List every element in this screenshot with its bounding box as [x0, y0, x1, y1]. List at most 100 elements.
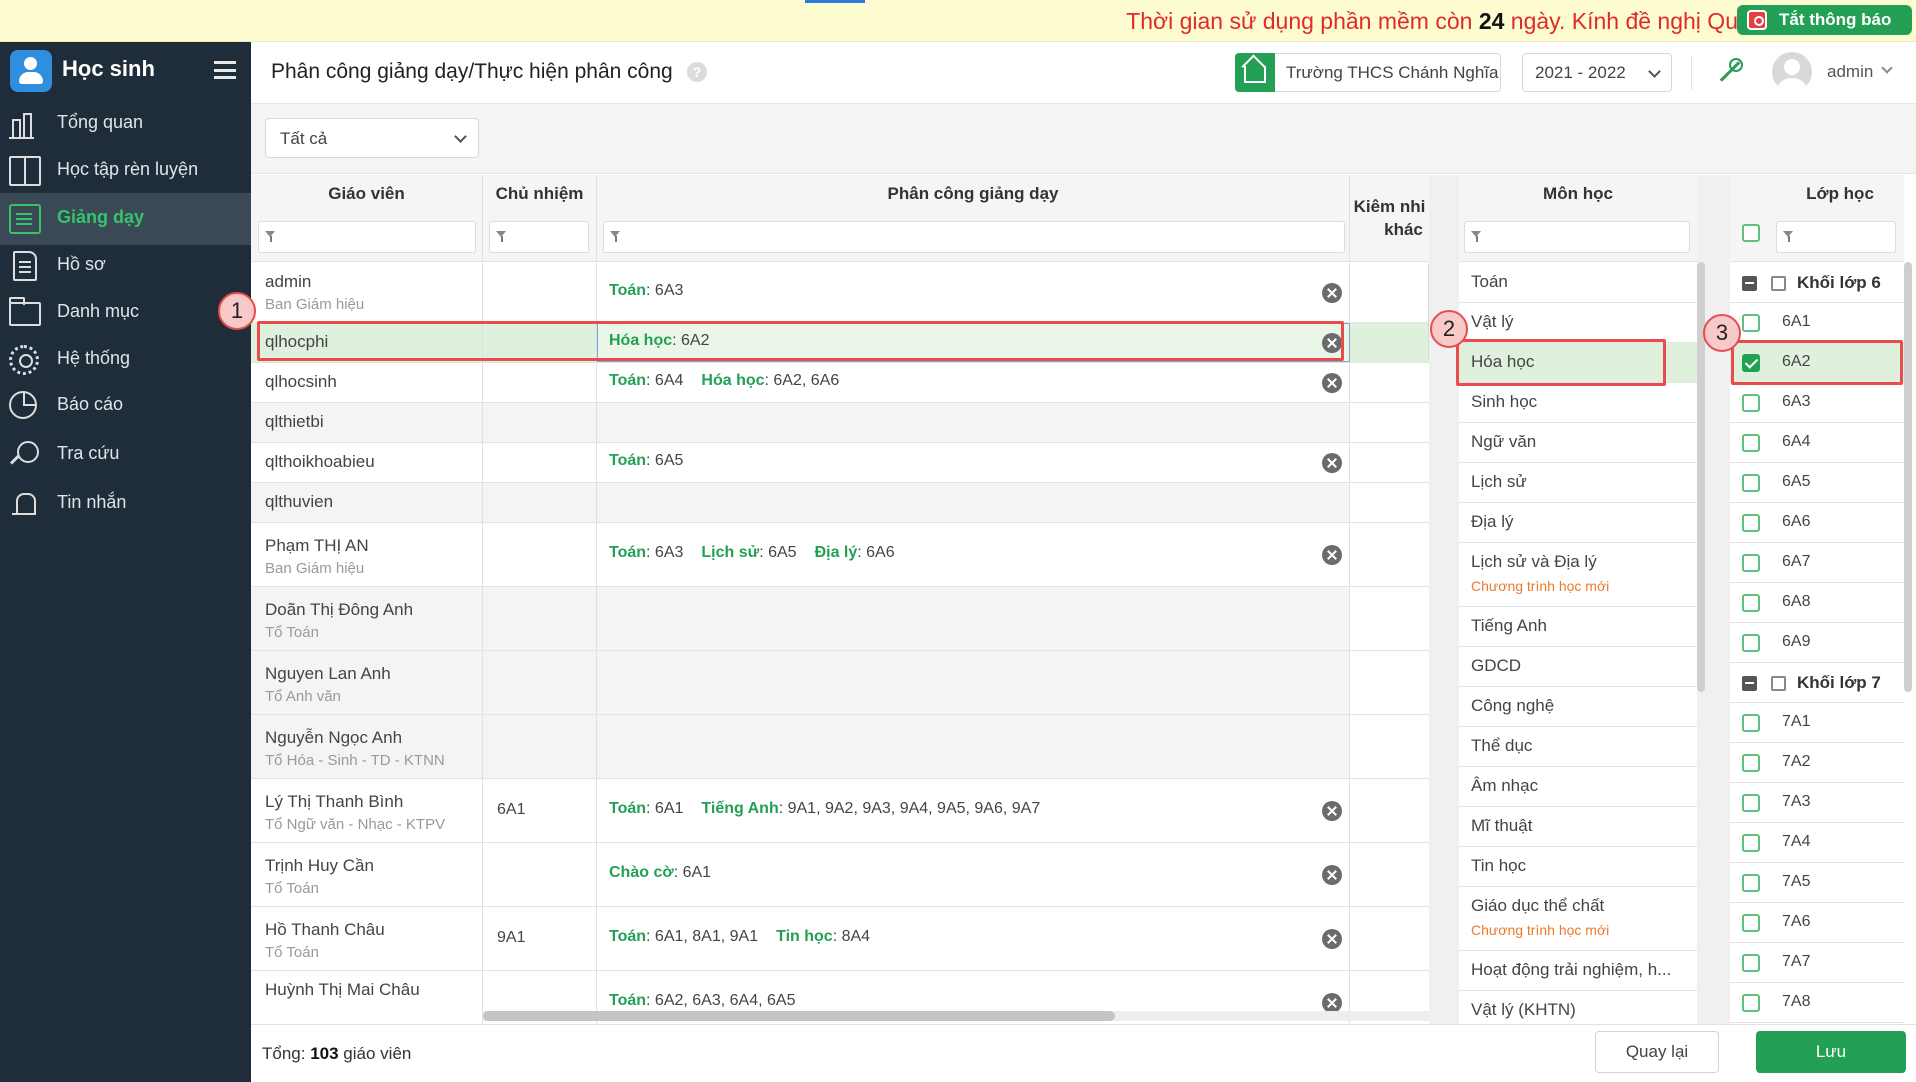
teacher-row[interactable]: Lý Thị Thanh Bình Tổ Ngữ văn - Nhạc - KTP…: [251, 779, 1429, 843]
other-duty-cell[interactable]: [1350, 483, 1429, 522]
teacher-row[interactable]: Doãn Thị Đông Anh Tổ Toán: [251, 587, 1429, 651]
teacher-row[interactable]: Hồ Thanh Châu Tổ Toán 9A1 Toán: 6A1, 8A1, 9…: [251, 907, 1429, 971]
teacher-cell[interactable]: Nguyễn Ngọc Anh Tổ Hóa - Sinh - TD - KTNN: [251, 715, 483, 778]
subject-item[interactable]: Tin học: [1459, 847, 1697, 887]
class-checkbox[interactable]: [1742, 794, 1760, 812]
collapse-group-icon[interactable]: [1742, 276, 1757, 291]
assignment-cell[interactable]: Chào cờ: 6A1: [597, 843, 1350, 906]
class-checkbox[interactable]: [1742, 474, 1760, 492]
homeroom-cell[interactable]: [483, 715, 597, 778]
sidebar-item-7[interactable]: Tra cứu: [0, 429, 251, 481]
assignment-cell[interactable]: Toán: 6A1 Tiếng Anh: 9A1, 9A2, 9A3, 9A4, …: [597, 779, 1350, 842]
other-duty-cell[interactable]: [1350, 443, 1429, 482]
teacher-cell[interactable]: qlhocsinh: [251, 363, 483, 402]
class-checkbox[interactable]: [1742, 554, 1760, 572]
subject-item[interactable]: Vật lý: [1459, 303, 1697, 343]
teacher-row[interactable]: qlhocsinh Toán: 6A4 Hóa học: 6A2, 6A6: [251, 363, 1429, 403]
class-item[interactable]: 6A8: [1730, 583, 1904, 623]
class-group-header[interactable]: Khối lớp 7: [1730, 663, 1904, 703]
teacher-row[interactable]: qlthuvien: [251, 483, 1429, 523]
school-selector[interactable]: Trường THCS Chánh Nghĩa: [1235, 53, 1501, 92]
other-duty-cell[interactable]: [1350, 651, 1429, 714]
sidebar-item-8[interactable]: Tin nhắn: [0, 478, 251, 530]
class-item[interactable]: 6A1: [1730, 303, 1904, 343]
class-item[interactable]: 6A7: [1730, 543, 1904, 583]
sidebar-item-0[interactable]: Tổng quan: [0, 98, 251, 150]
class-checkbox[interactable]: [1742, 514, 1760, 532]
teacher-row[interactable]: Nguyen Lan Anh Tổ Anh văn: [251, 651, 1429, 715]
assignment-cell[interactable]: Toán: 6A3 Lịch sử: 6A5 Địa lý: 6A6: [597, 523, 1350, 586]
subject-item[interactable]: GDCD: [1459, 647, 1697, 687]
other-duty-cell[interactable]: [1350, 263, 1429, 322]
teacher-row[interactable]: qlthietbi: [251, 403, 1429, 443]
turn-off-notice-button[interactable]: Tắt thông báo: [1737, 5, 1912, 35]
sidebar-item-6[interactable]: Báo cáo: [0, 380, 251, 432]
class-checkbox[interactable]: [1742, 834, 1760, 852]
class-item[interactable]: 7A8: [1730, 983, 1904, 1023]
homeroom-cell[interactable]: [483, 263, 597, 322]
class-item[interactable]: 6A6: [1730, 503, 1904, 543]
class-checkbox[interactable]: [1742, 994, 1760, 1012]
teacher-cell[interactable]: Doãn Thị Đông Anh Tổ Toán: [251, 587, 483, 650]
class-item[interactable]: 7A2: [1730, 743, 1904, 783]
homeroom-cell[interactable]: [483, 843, 597, 906]
teacher-cell[interactable]: admin Ban Giám hiệu: [251, 263, 483, 322]
assignment-cell[interactable]: Toán: 6A3: [597, 263, 1350, 322]
class-checkbox[interactable]: [1742, 914, 1760, 932]
subject-item[interactable]: Tiếng Anh: [1459, 607, 1697, 647]
class-filter-input[interactable]: [1776, 221, 1896, 253]
subject-item[interactable]: Giáo dục thể chất Chương trình học mới: [1459, 887, 1697, 951]
class-item[interactable]: 7A7: [1730, 943, 1904, 983]
subject-item[interactable]: Địa lý: [1459, 503, 1697, 543]
homeroom-cell[interactable]: 9A1: [483, 907, 597, 970]
assignment-filter-input[interactable]: [603, 221, 1345, 253]
class-item[interactable]: 6A9: [1730, 623, 1904, 663]
remove-assignment-icon[interactable]: [1322, 993, 1342, 1013]
assignment-cell[interactable]: [597, 715, 1350, 778]
scope-select[interactable]: Tất cả: [265, 118, 479, 158]
subject-item[interactable]: Toán: [1459, 263, 1697, 303]
teacher-cell[interactable]: qlthuvien: [251, 483, 483, 522]
help-icon[interactable]: ?: [687, 62, 707, 82]
teacher-row[interactable]: Phạm THỊ AN Ban Giám hiệu Toán: 6A3 Lịch sử…: [251, 523, 1429, 587]
subject-item[interactable]: Công nghệ: [1459, 687, 1697, 727]
collapse-group-icon[interactable]: [1742, 676, 1757, 691]
class-item[interactable]: 6A3: [1730, 383, 1904, 423]
class-checkbox[interactable]: [1742, 634, 1760, 652]
homeroom-cell[interactable]: [483, 651, 597, 714]
assignment-cell[interactable]: Toán: 6A1, 8A1, 9A1 Tin học: 8A4: [597, 907, 1350, 970]
homeroom-filter-input[interactable]: [489, 221, 589, 253]
assignment-cell[interactable]: [597, 651, 1350, 714]
teacher-cell[interactable]: Trịnh Huy Cần Tổ Toán: [251, 843, 483, 906]
homeroom-cell[interactable]: [483, 483, 597, 522]
class-item[interactable]: 7A3: [1730, 783, 1904, 823]
subject-item[interactable]: Thể dục: [1459, 727, 1697, 767]
assignment-cell[interactable]: Toán: 6A5: [597, 443, 1350, 482]
homeroom-cell[interactable]: [483, 403, 597, 442]
class-checkbox[interactable]: [1742, 874, 1760, 892]
sidebar-item-1[interactable]: Học tập rèn luyện: [0, 145, 251, 197]
save-button[interactable]: Lưu: [1756, 1031, 1906, 1073]
grid-horizontal-scrollbar[interactable]: [483, 1011, 1115, 1021]
remove-assignment-icon[interactable]: [1322, 865, 1342, 885]
subject-item[interactable]: Hoạt động trải nghiệm, h...: [1459, 951, 1697, 991]
teacher-filter-input[interactable]: [258, 221, 476, 253]
subject-filter-input[interactable]: [1464, 221, 1690, 253]
teacher-row[interactable]: Nguyễn Ngọc Anh Tổ Hóa - Sinh - TD - KTNN: [251, 715, 1429, 779]
school-year-select[interactable]: 2021 - 2022: [1522, 53, 1672, 92]
assignment-cell[interactable]: [597, 403, 1350, 442]
remove-assignment-icon[interactable]: [1322, 929, 1342, 949]
other-duty-cell[interactable]: [1350, 587, 1429, 650]
sidebar-item-4[interactable]: Danh mục: [0, 287, 251, 339]
class-checkbox[interactable]: [1742, 954, 1760, 972]
user-name[interactable]: admin: [1827, 62, 1873, 82]
subject-item[interactable]: Mĩ thuật: [1459, 807, 1697, 847]
back-button[interactable]: Quay lại: [1595, 1031, 1719, 1073]
sidebar-item-2[interactable]: Giảng dạy: [0, 193, 251, 245]
sidebar-item-3[interactable]: Hồ sơ: [0, 240, 251, 292]
user-menu-chevron-icon[interactable]: [1881, 62, 1893, 74]
homeroom-cell[interactable]: [483, 587, 597, 650]
remove-assignment-icon[interactable]: [1322, 801, 1342, 821]
subject-item[interactable]: Lịch sử và Địa lý Chương trình học mới: [1459, 543, 1697, 607]
class-item[interactable]: 6A4: [1730, 423, 1904, 463]
